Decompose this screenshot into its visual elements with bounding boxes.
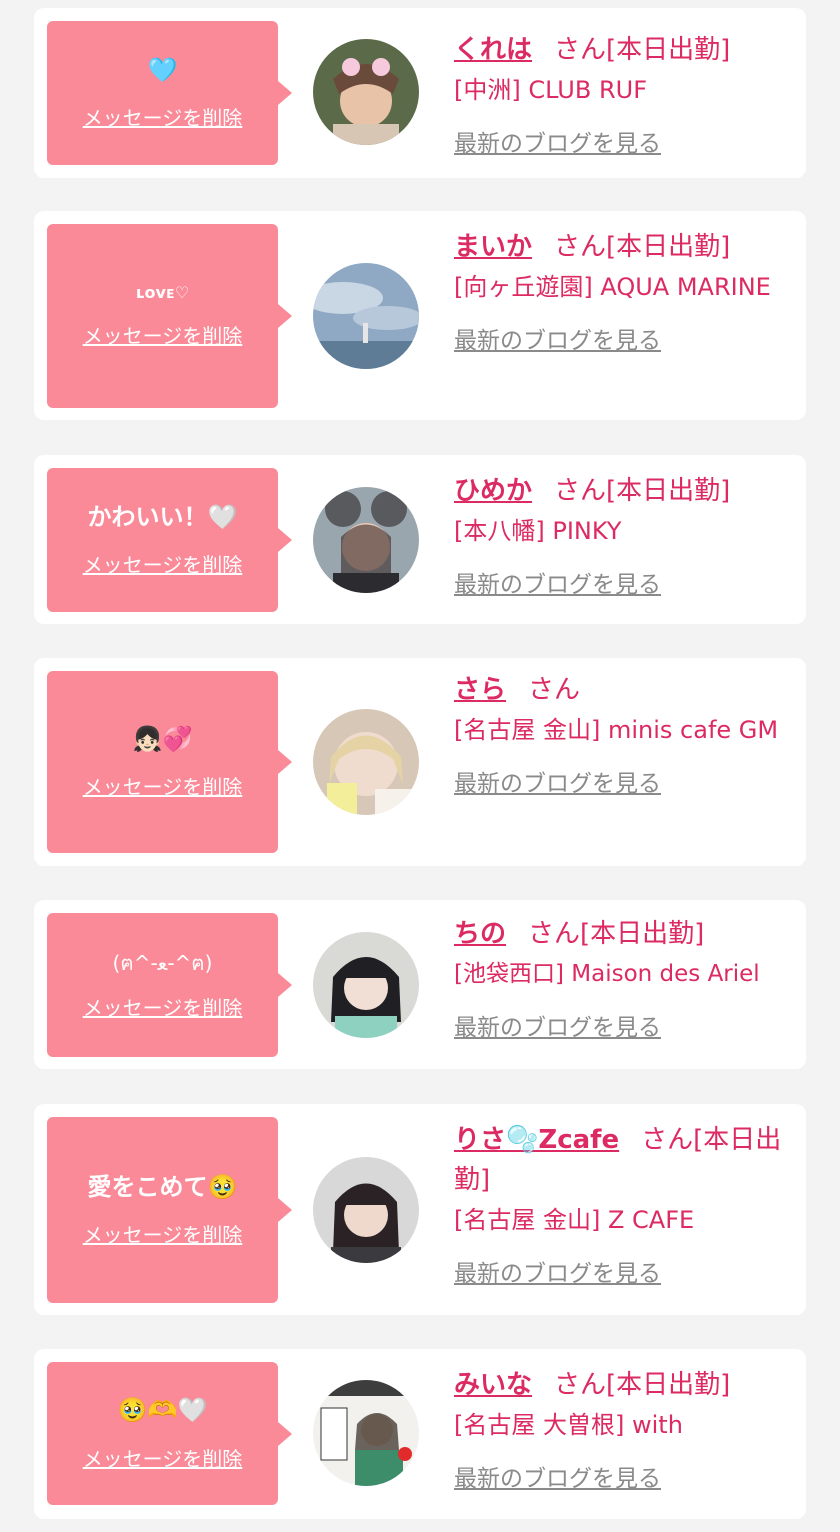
cast-info: まいか さん[本日出勤] [向ヶ丘遊園] AQUA MARINE 最新のブログを見…: [454, 227, 799, 355]
delete-message-link[interactable]: メッセージを削除: [83, 992, 243, 1021]
latest-blog-link[interactable]: 最新のブログを見る: [454, 1254, 661, 1288]
cast-name-link[interactable]: ひめか: [454, 476, 532, 506]
avatar[interactable]: [313, 1157, 419, 1263]
avatar[interactable]: [313, 1380, 419, 1486]
latest-blog-link[interactable]: 最新のブログを見る: [454, 1459, 661, 1493]
delete-message-link[interactable]: メッセージを削除: [83, 549, 243, 578]
status: [本日出勤]: [606, 476, 731, 506]
latest-blog-link[interactable]: 最新のブログを見る: [454, 124, 661, 158]
honorific: さん: [554, 35, 607, 65]
cast-info: ひめか さん[本日出勤] [本八幡] PINKY 最新のブログを見る: [454, 471, 799, 599]
shop-name: [本八幡] PINKY: [454, 517, 622, 545]
message-text: (ฅ^-ﻌ-^ฅ): [112, 950, 213, 975]
shop-name: [向ヶ丘遊園] AQUA MARINE: [454, 273, 771, 301]
honorific: さん: [641, 1125, 694, 1155]
message-text: かわいい！🤍: [87, 502, 238, 531]
status: [本日出勤]: [606, 1370, 731, 1400]
message-card: かわいい！🤍 メッセージを削除 ひめか さん[本日出勤] [本八幡] PINKY …: [34, 455, 806, 624]
cast-info: ちの さん[本日出勤] [池袋西口] Maison des Ariel 最新のブロ…: [454, 914, 802, 1042]
cast-name-link[interactable]: まいか: [454, 232, 532, 262]
shop-name: [池袋西口] Maison des Ariel: [454, 961, 760, 987]
cast-name-link[interactable]: さら: [454, 675, 506, 705]
message-bubble: 🩵 メッセージを削除: [47, 21, 292, 165]
message-card: (ฅ^-ﻌ-^ฅ) メッセージを削除 ちの さん[本日出勤] [池袋西口] Mai…: [34, 900, 806, 1069]
delete-message-link[interactable]: メッセージを削除: [83, 771, 243, 800]
honorific: さん: [554, 476, 607, 506]
cast-name-link[interactable]: みいな: [454, 1370, 532, 1400]
latest-blog-link[interactable]: 最新のブログを見る: [454, 1008, 661, 1042]
status: [本日出勤]: [606, 232, 731, 262]
message-text: 🥹🫶🤍: [117, 1396, 208, 1425]
message-text: ʟᴏᴠᴇ♡: [135, 283, 190, 303]
shop-name: [名古屋 金山] Z CAFE: [454, 1206, 695, 1234]
message-bubble: 👧🏻💞 メッセージを削除: [47, 671, 292, 853]
cast-info: みいな さん[本日出勤] [名古屋 大曽根] with 最新のブログを見る: [454, 1365, 799, 1493]
shop-name: [名古屋 金山] minis cafe GM: [454, 716, 779, 744]
message-text: 愛をこめて🥹: [87, 1172, 238, 1201]
avatar[interactable]: [313, 263, 419, 369]
honorific: さん: [528, 919, 581, 949]
latest-blog-link[interactable]: 最新のブログを見る: [454, 321, 661, 355]
cast-info: りさ🫧Zcafe さん[本日出勤] [名古屋 金山] Z CAFE 最新のブログを…: [454, 1120, 799, 1288]
cast-name-link[interactable]: くれは: [454, 35, 532, 65]
message-bubble: (ฅ^-ﻌ-^ฅ) メッセージを削除: [47, 913, 292, 1057]
cast-info: さら さん [名古屋 金山] minis cafe GM 最新のブログを見る: [454, 670, 799, 798]
avatar[interactable]: [313, 932, 419, 1038]
cast-info: くれは さん[本日出勤] [中洲] CLUB RUF 最新のブログを見る: [454, 30, 799, 158]
delete-message-link[interactable]: メッセージを削除: [83, 1443, 243, 1472]
message-bubble: 🥹🫶🤍 メッセージを削除: [47, 1362, 292, 1505]
message-card: 愛をこめて🥹 メッセージを削除 りさ🫧Zcafe さん[本日出勤] [名古屋 金山…: [34, 1104, 806, 1315]
message-text: 🩵: [147, 55, 178, 84]
message-text: 👧🏻💞: [132, 724, 193, 753]
honorific: さん: [528, 675, 581, 705]
message-card: 👧🏻💞 メッセージを削除 さら さん [名古屋 金山] minis cafe GM…: [34, 658, 806, 866]
status: [本日出勤]: [580, 919, 705, 949]
message-bubble: 愛をこめて🥹 メッセージを削除: [47, 1117, 292, 1303]
avatar[interactable]: [313, 709, 419, 815]
latest-blog-link[interactable]: 最新のブログを見る: [454, 764, 661, 798]
cast-name-link[interactable]: りさ🫧Zcafe: [454, 1125, 619, 1155]
message-card: 🩵 メッセージを削除 くれは さん[本日出勤] [中洲] CLUB RUF 最新の…: [34, 8, 806, 178]
latest-blog-link[interactable]: 最新のブログを見る: [454, 565, 661, 599]
status: [本日出勤]: [606, 35, 731, 65]
cast-name-link[interactable]: ちの: [454, 919, 506, 949]
honorific: さん: [554, 1370, 607, 1400]
message-bubble: ʟᴏᴠᴇ♡ メッセージを削除: [47, 224, 292, 408]
delete-message-link[interactable]: メッセージを削除: [83, 102, 243, 131]
message-card: 🥹🫶🤍 メッセージを削除 みいな さん[本日出勤] [名古屋 大曽根] with …: [34, 1349, 806, 1519]
delete-message-link[interactable]: メッセージを削除: [83, 1219, 243, 1248]
delete-message-link[interactable]: メッセージを削除: [83, 320, 243, 349]
avatar[interactable]: [313, 39, 419, 145]
honorific: さん: [554, 232, 607, 262]
message-card: ʟᴏᴠᴇ♡ メッセージを削除 まいか さん[本日出勤] [向ヶ丘遊園] AQUA …: [34, 211, 806, 420]
shop-name: [名古屋 大曽根] with: [454, 1411, 683, 1439]
shop-name: [中洲] CLUB RUF: [454, 76, 647, 104]
message-bubble: かわいい！🤍 メッセージを削除: [47, 468, 292, 612]
avatar[interactable]: [313, 487, 419, 593]
